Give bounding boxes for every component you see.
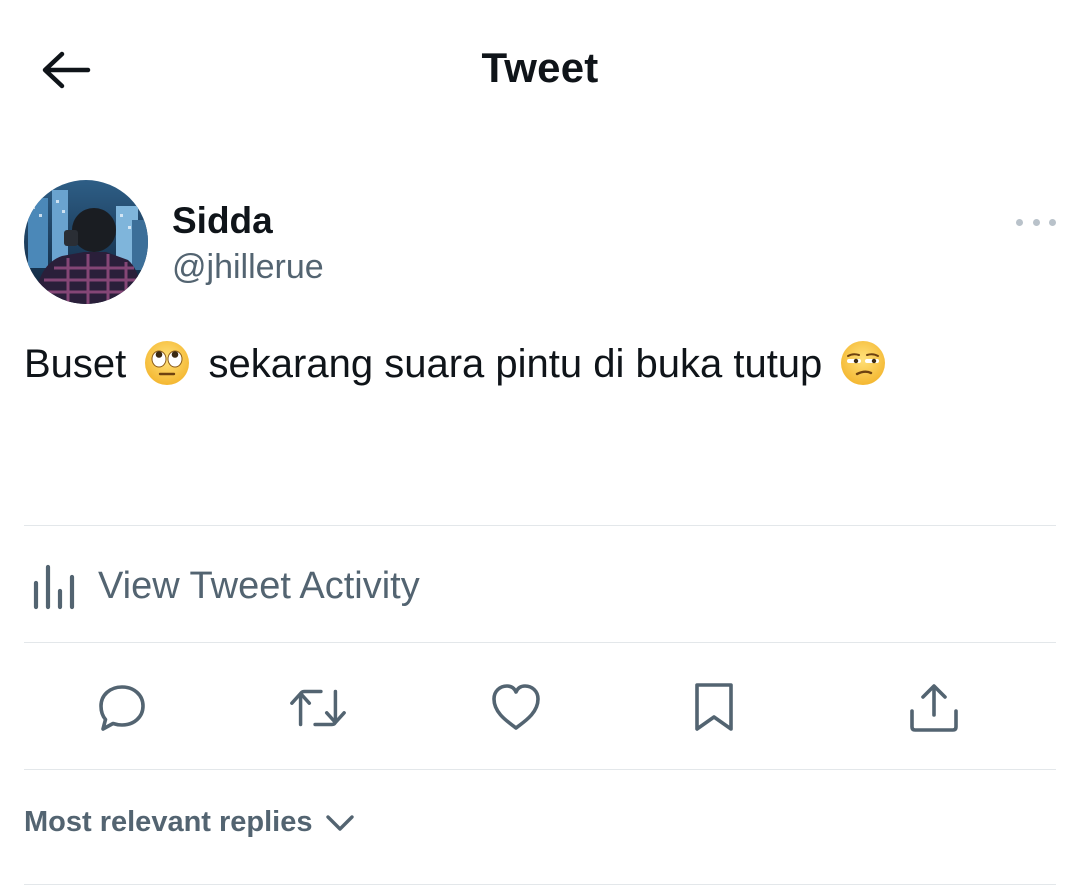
avatar[interactable] [24, 180, 148, 304]
bar-chart-icon [33, 564, 75, 610]
divider [24, 884, 1056, 885]
view-tweet-activity-link[interactable]: View Tweet Activity [24, 544, 624, 628]
retweet-icon [290, 689, 346, 727]
reply-button[interactable] [92, 678, 152, 738]
share-button[interactable] [904, 678, 964, 738]
bookmark-button[interactable] [684, 678, 744, 738]
rolling-eyes-emoji-icon [145, 341, 190, 385]
replies-sort-dropdown[interactable]: Most relevant replies [24, 806, 355, 839]
more-dot-icon [1049, 218, 1056, 226]
top-bar: Tweet [0, 0, 1080, 140]
tweet-text-part: sekarang suara pintu di buka tutup [208, 342, 823, 386]
page-title: Tweet [481, 44, 599, 91]
tweet-text-part: Buset [24, 342, 127, 386]
replies-sort-label: Most relevant replies [24, 806, 313, 838]
view-tweet-activity-label: View Tweet Activity [98, 564, 420, 607]
divider [24, 769, 1056, 770]
reply-icon [99, 685, 145, 731]
tweet-actions [24, 660, 1056, 756]
author-handle[interactable]: @jhillerue [172, 248, 324, 287]
like-button[interactable] [486, 678, 546, 738]
more-dot-icon [1016, 218, 1023, 226]
more-options-button[interactable] [1016, 210, 1056, 234]
author-name[interactable]: Sidda [172, 200, 273, 242]
more-dot-icon [1032, 218, 1040, 226]
tweet-text: Buset sekarang suara pintu di buka tutup [24, 336, 893, 392]
chevron-down-icon [325, 814, 354, 831]
like-icon [492, 684, 540, 730]
tweet-author: Sidda @jhillerue [24, 180, 1056, 306]
unamused-face-emoji-icon [841, 341, 886, 385]
divider [24, 525, 1056, 526]
share-icon [910, 684, 958, 732]
retweet-button[interactable] [288, 678, 348, 738]
bookmark-icon [695, 683, 733, 731]
divider [24, 642, 1056, 643]
